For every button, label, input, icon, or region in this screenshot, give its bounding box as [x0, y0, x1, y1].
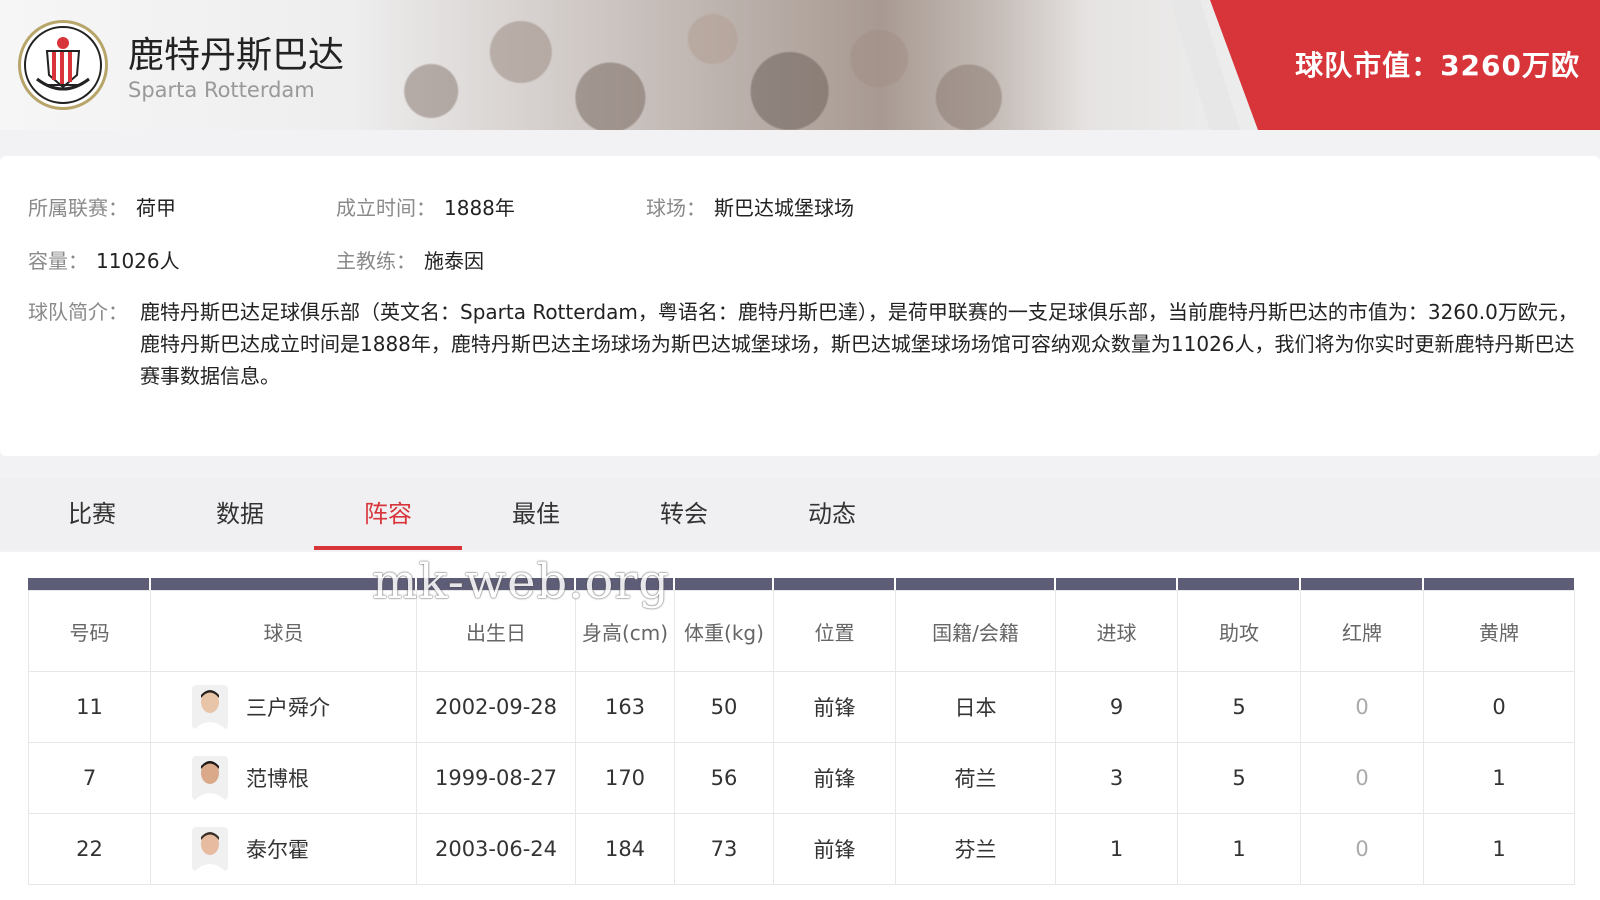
founded-value: 1888年 — [444, 196, 515, 220]
player-cell[interactable]: 三户舜介 — [150, 671, 417, 743]
player-nation: 荷兰 — [895, 742, 1056, 814]
founded-label: 成立时间： — [336, 196, 436, 220]
player-nation: 芬兰 — [895, 813, 1056, 885]
player-name[interactable]: 范博根 — [246, 763, 309, 793]
tab-roster[interactable]: 阵容 — [314, 478, 462, 550]
watermark: mk-web.org — [372, 554, 671, 610]
player-goals: 1 — [1055, 813, 1178, 885]
player-name[interactable]: 三户舜介 — [246, 692, 330, 722]
market-value: 球队市值：3260万欧 — [1295, 49, 1580, 82]
tab-news[interactable]: 动态 — [758, 478, 906, 550]
team-intro: 球队简介： 鹿特丹斯巴达足球俱乐部（英文名：Sparta Rotterdam，粤… — [28, 296, 1588, 392]
tab-transfers[interactable]: 转会 — [610, 478, 758, 550]
capacity-label: 容量： — [28, 249, 88, 273]
table-header-bar — [28, 578, 1574, 590]
column-header: 位置 — [773, 590, 896, 672]
coach-row: 主教练： 施泰因 — [336, 245, 484, 274]
banner-background-image — [380, 0, 1020, 130]
player-red-cards: 0 — [1300, 742, 1424, 814]
column-header: 进球 — [1055, 590, 1178, 672]
stadium-row: 球场： 斯巴达城堡球场 — [646, 192, 854, 221]
player-yellow-cards: 1 — [1423, 813, 1575, 885]
player-cell[interactable]: 范博根 — [150, 742, 417, 814]
league-row: 所属联赛： 荷甲 — [28, 192, 176, 221]
league-value: 荷甲 — [136, 196, 176, 220]
column-header: 红牌 — [1300, 590, 1424, 672]
player-name[interactable]: 泰尔霍 — [246, 834, 309, 864]
player-yellow-cards: 0 — [1423, 671, 1575, 743]
player-number: 7 — [28, 742, 151, 814]
player-avatar-icon[interactable] — [192, 756, 228, 800]
column-header: 号码 — [28, 590, 151, 672]
intro-text: 鹿特丹斯巴达足球俱乐部（英文名：Sparta Rotterdam，粤语名：鹿特丹… — [140, 300, 1578, 388]
team-logo — [18, 20, 108, 110]
stadium-label: 球场： — [646, 196, 706, 220]
player-birth: 2002-09-28 — [416, 671, 576, 743]
player-goals: 9 — [1055, 671, 1178, 743]
player-cell[interactable]: 泰尔霍 — [150, 813, 417, 885]
section-tabs: 比赛 数据 阵容 最佳 转会 动态 — [0, 478, 1600, 550]
table-header-row: 号码 球员 出生日 身高(cm) 体重(kg) 位置 国籍/会籍 进球 助攻 红… — [28, 590, 1575, 672]
column-header: 体重(kg) — [674, 590, 774, 672]
team-name-english: Sparta Rotterdam — [128, 78, 315, 102]
player-number: 11 — [28, 671, 151, 743]
team-name: 鹿特丹斯巴达 — [128, 35, 345, 76]
capacity-row: 容量： 11026人 — [28, 245, 180, 274]
sparta-crest-icon — [24, 26, 102, 104]
player-red-cards: 0 — [1300, 671, 1424, 743]
coach-label: 主教练： — [336, 249, 416, 273]
founded-row: 成立时间： 1888年 — [336, 192, 515, 221]
player-assists: 1 — [1177, 813, 1301, 885]
player-avatar-icon[interactable] — [192, 685, 228, 729]
player-height: 184 — [575, 813, 675, 885]
team-info-card: 所属联赛： 荷甲 成立时间： 1888年 球场： 斯巴达城堡球场 容量： 11026人 … — [0, 156, 1600, 456]
column-header: 助攻 — [1177, 590, 1301, 672]
stadium-value: 斯巴达城堡球场 — [714, 196, 854, 220]
player-height: 163 — [575, 671, 675, 743]
team-header-banner: 鹿特丹斯巴达 Sparta Rotterdam 球队市值：3260万欧 — [0, 0, 1600, 130]
tab-best[interactable]: 最佳 — [462, 478, 610, 550]
player-position: 前锋 — [773, 671, 896, 743]
player-yellow-cards: 1 — [1423, 742, 1575, 814]
player-assists: 5 — [1177, 742, 1301, 814]
league-label: 所属联赛： — [28, 196, 128, 220]
player-red-cards: 0 — [1300, 813, 1424, 885]
player-birth: 2003-06-24 — [416, 813, 576, 885]
column-header: 黄牌 — [1423, 590, 1575, 672]
tab-data[interactable]: 数据 — [166, 478, 314, 550]
tab-matches[interactable]: 比赛 — [18, 478, 166, 550]
player-position: 前锋 — [773, 742, 896, 814]
roster-section: 号码 球员 出生日 身高(cm) 体重(kg) 位置 国籍/会籍 进球 助攻 红… — [0, 552, 1600, 900]
column-header: 国籍/会籍 — [895, 590, 1056, 672]
coach-value: 施泰因 — [424, 249, 484, 273]
player-avatar-icon[interactable] — [192, 827, 228, 871]
player-goals: 3 — [1055, 742, 1178, 814]
player-assists: 5 — [1177, 671, 1301, 743]
player-weight: 56 — [674, 742, 774, 814]
player-height: 170 — [575, 742, 675, 814]
table-row[interactable]: 11 三户舜介 2002-09-28 163 50 前锋 日本 9 5 0 0 — [28, 671, 1575, 743]
roster-table: 号码 球员 出生日 身高(cm) 体重(kg) 位置 国籍/会籍 进球 助攻 红… — [28, 590, 1575, 885]
player-number: 22 — [28, 813, 151, 885]
intro-label: 球队简介： — [28, 300, 128, 324]
table-row[interactable]: 7 范博根 1999-08-27 170 56 前锋 荷兰 3 5 0 1 — [28, 742, 1575, 814]
player-weight: 73 — [674, 813, 774, 885]
table-row[interactable]: 22 泰尔霍 2003-06-24 184 73 前锋 芬兰 1 1 0 1 — [28, 813, 1575, 885]
player-weight: 50 — [674, 671, 774, 743]
player-position: 前锋 — [773, 813, 896, 885]
capacity-value: 11026人 — [96, 249, 180, 273]
player-nation: 日本 — [895, 671, 1056, 743]
player-birth: 1999-08-27 — [416, 742, 576, 814]
